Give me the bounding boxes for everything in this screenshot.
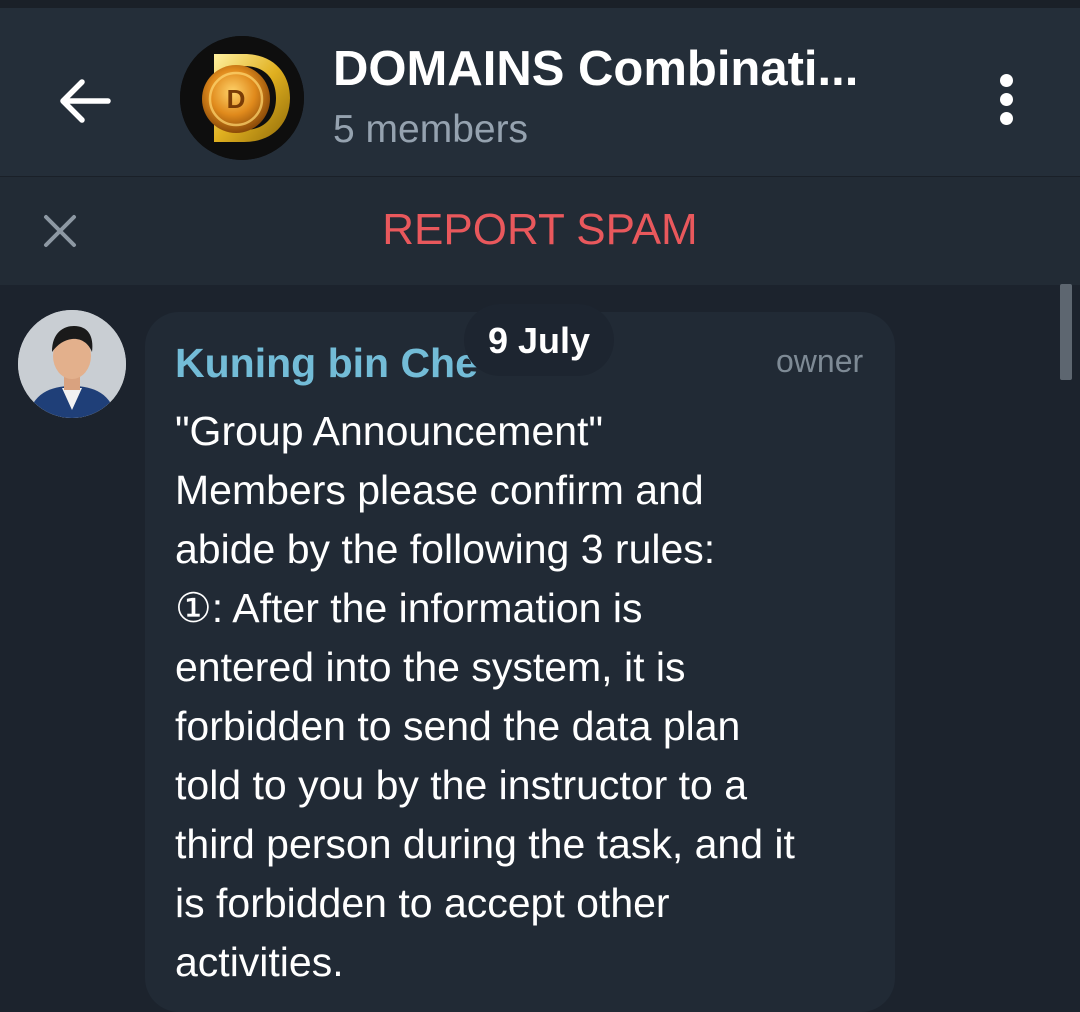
message-line: entered into the system, it is [175,644,686,690]
more-menu-button[interactable] [990,72,1024,128]
sender-avatar[interactable] [18,310,126,418]
message-line: told to you by the instructor to a [175,762,748,808]
group-avatar[interactable]: D [180,36,304,160]
message-line: Members please confirm and [175,467,704,513]
message-line: activities. [175,939,344,985]
report-spam-button[interactable]: REPORT SPAM [0,205,1080,255]
member-count[interactable]: 5 members [333,108,528,152]
chat-header: D DOMAINS Combinati... 5 members [0,0,1080,176]
sender-name[interactable]: Kuning bin Che [175,340,478,387]
person-avatar-icon [18,310,126,418]
message-line: "Group Announcement" [175,408,603,454]
message-line: forbidden to send the data plan [175,703,741,749]
report-spam-bar: REPORT SPAM [0,176,1080,285]
message-line: abide by the following 3 rules: [175,526,716,572]
group-logo-icon: D [180,36,304,160]
owner-badge: owner [776,343,864,379]
message-text: "Group Announcement" Members please conf… [175,402,875,992]
date-chip: 9 July [464,304,614,376]
message-line: ①: After the information is [175,585,643,631]
message-line: is forbidden to accept other [175,880,670,926]
scrollbar[interactable] [1060,284,1072,380]
arrow-left-icon [60,79,111,123]
back-button[interactable] [50,66,120,136]
more-vertical-icon [1000,74,1013,87]
date-label: 9 July [487,320,591,361]
message-line: third person during the task, and it [175,821,795,867]
svg-text:D: D [227,84,246,114]
chat-title[interactable]: DOMAINS Combinati... [333,41,858,97]
